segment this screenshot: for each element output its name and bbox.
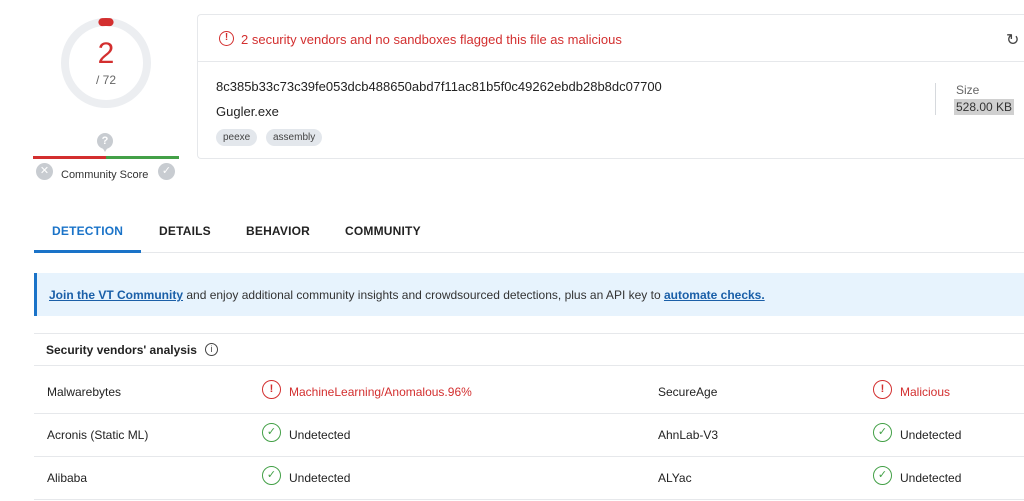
vendor-name: Acronis (Static ML) <box>47 428 149 442</box>
size-block: Size 528.00 KB <box>935 83 1015 115</box>
community-score: ? ✕ Community Score ✓ <box>33 133 179 183</box>
vendor-result: Malicious <box>900 385 951 399</box>
alert-icon: ! <box>219 31 234 46</box>
question-icon[interactable]: ? <box>97 133 113 152</box>
banner-text: Join the VT Community and enjoy addition… <box>49 288 765 302</box>
community-bar-harmless <box>106 156 179 159</box>
vendor-result: Undetected <box>900 471 962 485</box>
vendor-result: Undetected <box>289 471 351 485</box>
vendor-name: AhnLab-V3 <box>658 428 719 442</box>
file-name: Gugler.exe <box>216 104 279 119</box>
engine-total: / 72 <box>95 73 116 87</box>
vendors-section: Security vendors' analysis i Malwarebyte… <box>34 333 1024 501</box>
alert-text: 2 security vendors and no sandboxes flag… <box>241 32 622 47</box>
vendor-row: Alibaba ✓ Undetected ALYac ✓ Undetected <box>34 457 1024 500</box>
refresh-icon[interactable]: ↻ <box>1006 30 1019 50</box>
malicious-icon: ! <box>262 380 281 399</box>
banner-message: and enjoy additional community insights … <box>183 288 664 302</box>
check-icon: ✓ <box>262 423 281 442</box>
tab-behavior[interactable]: BEHAVIOR <box>246 224 310 238</box>
tab-bar: DETECTION DETAILS BEHAVIOR COMMUNITY <box>34 215 1024 253</box>
vendor-result: Undetected <box>900 428 962 442</box>
tab-details[interactable]: DETAILS <box>159 224 211 238</box>
file-info-card: ! 2 security vendors and no sandboxes fl… <box>197 14 1024 159</box>
check-icon: ✓ <box>873 466 892 485</box>
vote-malicious-icon[interactable]: ✕ <box>36 163 53 180</box>
tag-peexe[interactable]: peexe <box>216 129 258 146</box>
vendor-row: Malwarebytes ! MachineLearning/Anomalous… <box>34 371 1024 414</box>
detection-count: 2 <box>97 37 115 70</box>
vote-harmless-icon[interactable]: ✓ <box>158 163 175 180</box>
tag-assembly[interactable]: assembly <box>266 129 323 146</box>
vendor-name: Alibaba <box>47 471 88 485</box>
size-value: 528.00 KB <box>954 99 1015 115</box>
malicious-icon: ! <box>873 380 892 399</box>
active-tab-indicator <box>34 250 141 253</box>
vendor-result: MachineLearning/Anomalous.96% <box>289 385 472 399</box>
file-hash[interactable]: 8c385b33c73c39fe053dcb488650abd7f11ac81b… <box>216 79 662 94</box>
community-bar-malicious <box>33 156 106 159</box>
community-score-label: Community Score <box>61 169 149 181</box>
check-icon: ✓ <box>873 423 892 442</box>
community-banner: Join the VT Community and enjoy addition… <box>34 273 1024 316</box>
check-icon: ✓ <box>262 466 281 485</box>
info-icon[interactable]: i <box>205 343 218 356</box>
join-community-link[interactable]: Join the VT Community <box>49 288 183 302</box>
size-label: Size <box>956 83 980 97</box>
automate-checks-link[interactable]: automate checks. <box>664 288 765 302</box>
vendor-result: Undetected <box>289 428 351 442</box>
detection-alert: ! 2 security vendors and no sandboxes fl… <box>198 15 1024 62</box>
vendor-name: SecureAge <box>658 385 718 399</box>
tab-community[interactable]: COMMUNITY <box>345 224 421 238</box>
vendors-title: Security vendors' analysis <box>46 343 197 357</box>
tab-detection[interactable]: DETECTION <box>52 224 123 238</box>
vendors-header: Security vendors' analysis i <box>34 334 1024 366</box>
detection-score-ring: 2 / 72 <box>58 15 154 111</box>
vendor-row: Acronis (Static ML) ✓ Undetected AhnLab-… <box>34 414 1024 457</box>
vendor-name: Malwarebytes <box>47 385 122 399</box>
vendor-name: ALYac <box>658 471 692 485</box>
